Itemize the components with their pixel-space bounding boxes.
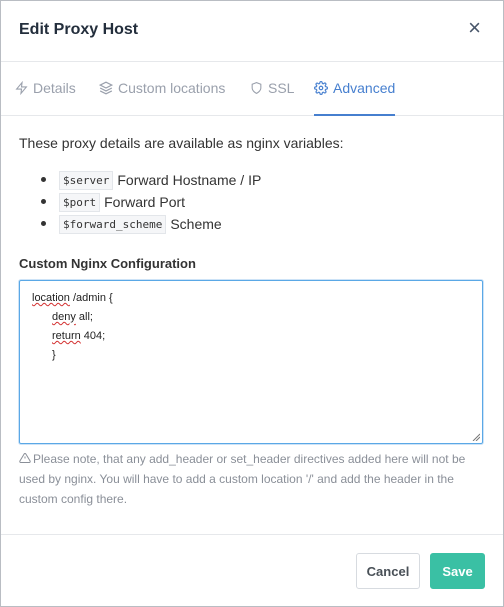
config-line-2: deny all; [52,311,93,323]
tab-custom-locations[interactable]: Custom locations [99,61,225,115]
variable-desc: Forward Port [104,194,186,210]
resize-handle-icon[interactable] [472,433,480,441]
tab-advanced-label: Advanced [333,80,396,96]
variable-desc: Forward Hostname / IP [117,172,262,188]
cancel-button[interactable]: Cancel [356,553,420,589]
edit-proxy-host-modal: Edit Proxy Host × Details Custom locatio… [0,0,504,607]
variable-code: $server [59,170,114,190]
config-line-1: location /admin { [32,292,113,304]
config-line-3: return 404; [52,330,106,342]
variables-list: $server Forward Hostname / IP $port Forw… [19,169,261,235]
custom-nginx-config-textarea[interactable]: location /admin { deny all; return 404; … [19,280,483,444]
tab-ssl-label: SSL [268,80,295,96]
bolt-icon [15,81,28,95]
shield-icon [251,82,262,95]
gear-icon [314,81,328,95]
save-button[interactable]: Save [430,553,485,589]
config-note: Please note, that any add_header or set_… [19,449,485,509]
variables-intro: These proxy details are available as ngi… [19,135,344,151]
list-item: $server Forward Hostname / IP [19,169,261,191]
close-icon[interactable]: × [468,17,481,39]
list-item: $forward_scheme Scheme [19,213,261,235]
variable-code: $forward_scheme [59,214,167,234]
tab-details-label: Details [33,80,76,96]
config-note-text: Please note, that any add_header or set_… [19,452,466,506]
modal-header: Edit Proxy Host × [1,1,503,62]
layers-icon [99,81,113,95]
list-item: $port Forward Port [19,191,261,213]
tab-advanced[interactable]: Advanced [314,61,396,116]
variable-desc: Scheme [170,216,222,232]
variable-code: $port [59,192,101,212]
modal-title: Edit Proxy Host [19,21,139,38]
config-line-4: } [52,349,56,361]
tab-bar: Details Custom locations SSL Advanced [1,61,503,116]
warning-icon [19,452,31,463]
modal-footer: Cancel Save [1,534,503,606]
config-label: Custom Nginx Configuration [19,256,196,271]
tab-ssl[interactable]: SSL [250,61,294,115]
tab-custom-locations-label: Custom locations [118,80,226,96]
tab-details[interactable]: Details [15,61,76,115]
